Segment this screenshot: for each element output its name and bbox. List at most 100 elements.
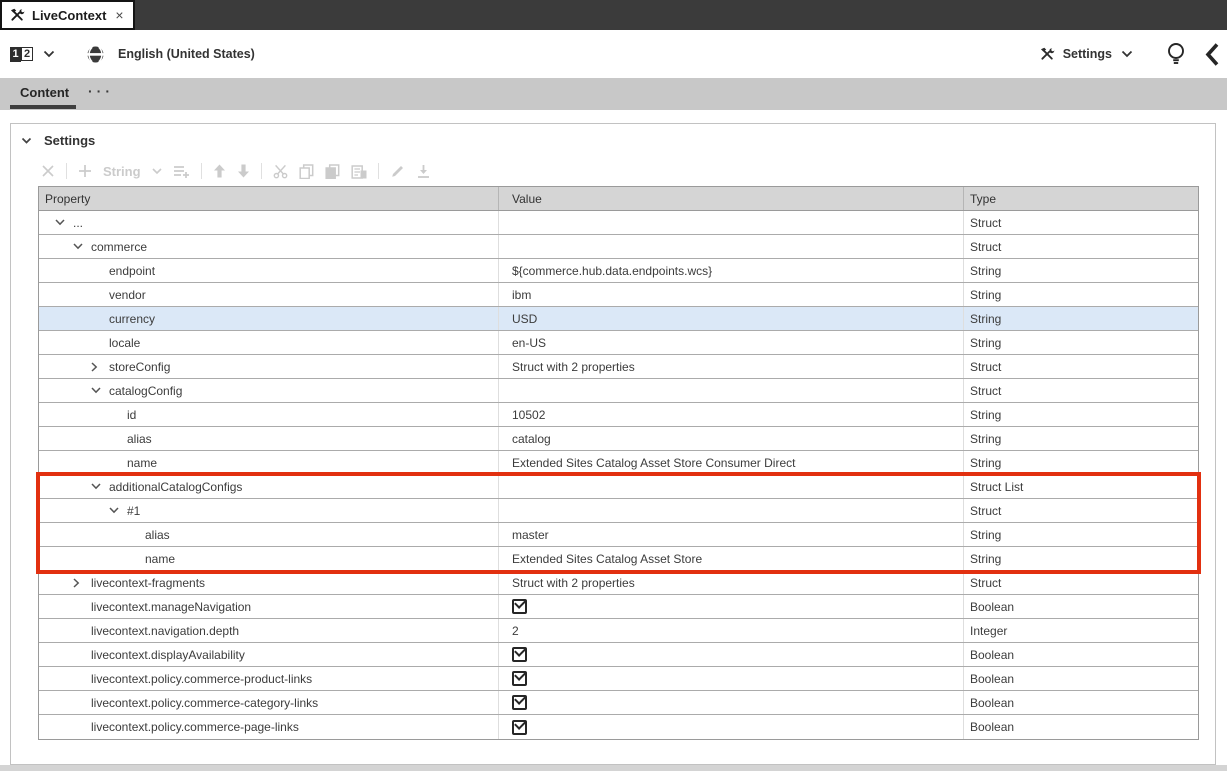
table-row[interactable]: additionalCatalogConfigs Struct List <box>39 475 1198 499</box>
table-row[interactable]: vendoribmString <box>39 283 1198 307</box>
type-dropdown-chevron-icon[interactable] <box>152 168 162 175</box>
site-dropdown-chevron-icon[interactable] <box>43 50 55 58</box>
import-button[interactable] <box>416 164 431 179</box>
tab-more[interactable]: ··· <box>88 83 114 99</box>
checkbox-checked-icon[interactable] <box>512 647 527 662</box>
table-row[interactable]: id 10502 String <box>39 403 1198 427</box>
column-header-value[interactable]: Value <box>499 187 964 210</box>
property-label: locale <box>109 336 140 350</box>
type-label: Struct List <box>964 475 1198 498</box>
table-row[interactable]: nameExtended Sites Catalog Asset Store C… <box>39 451 1198 475</box>
value-label: Extended Sites Catalog Asset Store <box>512 552 702 566</box>
property-label: livecontext.displayAvailability <box>91 648 245 662</box>
window-tab-livecontext[interactable]: LiveContext × <box>0 0 135 30</box>
table-row[interactable]: storeConfigStruct with 2 propertiesStruc… <box>39 355 1198 379</box>
grid-body: ...StructcommerceStructendpoint${commerc… <box>39 211 1198 739</box>
checkbox-checked-icon[interactable] <box>512 695 527 710</box>
section-collapse-icon[interactable] <box>21 137 32 145</box>
type-label: String <box>964 283 1198 306</box>
checkbox-checked-icon[interactable] <box>512 671 527 686</box>
table-row[interactable]: endpoint${commerce.hub.data.endpoints.wc… <box>39 259 1198 283</box>
table-row[interactable]: livecontext.policy.commerce-product-link… <box>39 667 1198 691</box>
type-label: String <box>964 331 1198 354</box>
checkbox-checked-icon[interactable] <box>512 599 527 614</box>
table-row[interactable]: nameExtended Sites Catalog Asset StoreSt… <box>39 547 1198 571</box>
type-label: Boolean <box>964 691 1198 714</box>
table-row[interactable]: livecontext.manageNavigationBoolean <box>39 595 1198 619</box>
table-row[interactable]: catalogConfigStruct <box>39 379 1198 403</box>
value-label: catalog <box>512 432 551 446</box>
checkbox-checked-icon[interactable] <box>512 720 527 735</box>
property-label: ... <box>73 216 83 230</box>
expander-down-icon[interactable] <box>55 219 73 226</box>
property-label: livecontext-fragments <box>91 576 205 590</box>
table-row[interactable]: aliasmasterString <box>39 523 1198 547</box>
expander-down-icon[interactable] <box>91 483 109 490</box>
site-indicator-icon[interactable]: 1 2 <box>10 47 33 62</box>
property-label: additionalCatalogConfigs <box>109 480 242 494</box>
section-title: Settings <box>44 133 95 148</box>
type-label: Struct <box>964 379 1198 402</box>
move-up-button[interactable] <box>213 164 226 178</box>
table-row[interactable]: #1 Struct <box>39 499 1198 523</box>
expander-right-icon[interactable] <box>91 362 109 372</box>
table-row[interactable]: livecontext.displayAvailabilityBoolean <box>39 643 1198 667</box>
value-label: 10502 <box>512 408 545 422</box>
property-label: alias <box>127 432 152 446</box>
property-label: commerce <box>91 240 147 254</box>
property-label: name <box>145 552 175 566</box>
expander-right-icon[interactable] <box>73 578 91 588</box>
property-label: #1 <box>127 504 140 518</box>
type-label: String <box>964 451 1198 474</box>
table-row[interactable]: ...Struct <box>39 211 1198 235</box>
property-label: endpoint <box>109 264 155 278</box>
type-label: String <box>964 259 1198 282</box>
table-row[interactable]: livecontext.policy.commerce-category-lin… <box>39 691 1198 715</box>
locale-globe-icon[interactable] <box>87 46 104 63</box>
expander-down-icon[interactable] <box>91 387 109 394</box>
bottom-edge <box>0 765 1227 771</box>
locale-label[interactable]: English (United States) <box>118 47 255 61</box>
copy-button[interactable] <box>299 164 314 179</box>
settings-dropdown-chevron-icon[interactable] <box>1121 50 1133 58</box>
expander-down-icon[interactable] <box>73 243 91 250</box>
table-row[interactable]: livecontext.navigation.depth2Integer <box>39 619 1198 643</box>
close-icon[interactable]: × <box>115 8 123 22</box>
value-label: master <box>512 528 549 542</box>
add-values-button[interactable] <box>173 164 190 179</box>
column-header-type[interactable]: Type <box>964 187 1198 210</box>
table-row[interactable]: aliascatalogString <box>39 427 1198 451</box>
value-label: 2 <box>512 624 519 638</box>
type-label: Struct <box>964 571 1198 594</box>
table-row[interactable]: livecontext-fragmentsStruct with 2 prope… <box>39 571 1198 595</box>
type-label: String <box>964 307 1198 330</box>
column-header-property[interactable]: Property <box>39 187 499 210</box>
lightbulb-icon[interactable] <box>1167 42 1185 66</box>
settings-menu-label[interactable]: Settings <box>1063 47 1112 61</box>
settings-tools-icon <box>1040 47 1055 62</box>
property-label: id <box>127 408 136 422</box>
expander-down-icon[interactable] <box>109 507 127 514</box>
tab-content[interactable]: Content <box>20 85 69 100</box>
table-row[interactable]: currencyUSDString <box>39 307 1198 331</box>
type-label: String <box>964 403 1198 426</box>
content-area: Settings String <box>0 110 1227 771</box>
edit-button[interactable] <box>390 164 405 179</box>
table-row[interactable]: livecontext.policy.commerce-page-linksBo… <box>39 715 1198 739</box>
move-down-button[interactable] <box>237 164 250 178</box>
table-row[interactable]: locale en-US String <box>39 331 1198 355</box>
settings-grid: Property Value Type ...StructcommerceStr… <box>38 186 1199 740</box>
type-label: Struct <box>964 499 1198 522</box>
add-property-button[interactable] <box>78 164 92 178</box>
property-type-select[interactable]: String <box>103 164 141 179</box>
value-label: ibm <box>512 288 531 302</box>
cut-button[interactable] <box>273 164 288 179</box>
paste-button[interactable] <box>351 164 367 179</box>
value-label: en-US <box>512 336 546 350</box>
tools-icon <box>10 8 25 23</box>
type-label: Struct <box>964 355 1198 378</box>
table-row[interactable]: commerceStruct <box>39 235 1198 259</box>
remove-button[interactable] <box>41 164 55 178</box>
collapse-panel-chevron-icon[interactable] <box>1205 43 1219 66</box>
copy-filled-button[interactable] <box>325 164 340 179</box>
